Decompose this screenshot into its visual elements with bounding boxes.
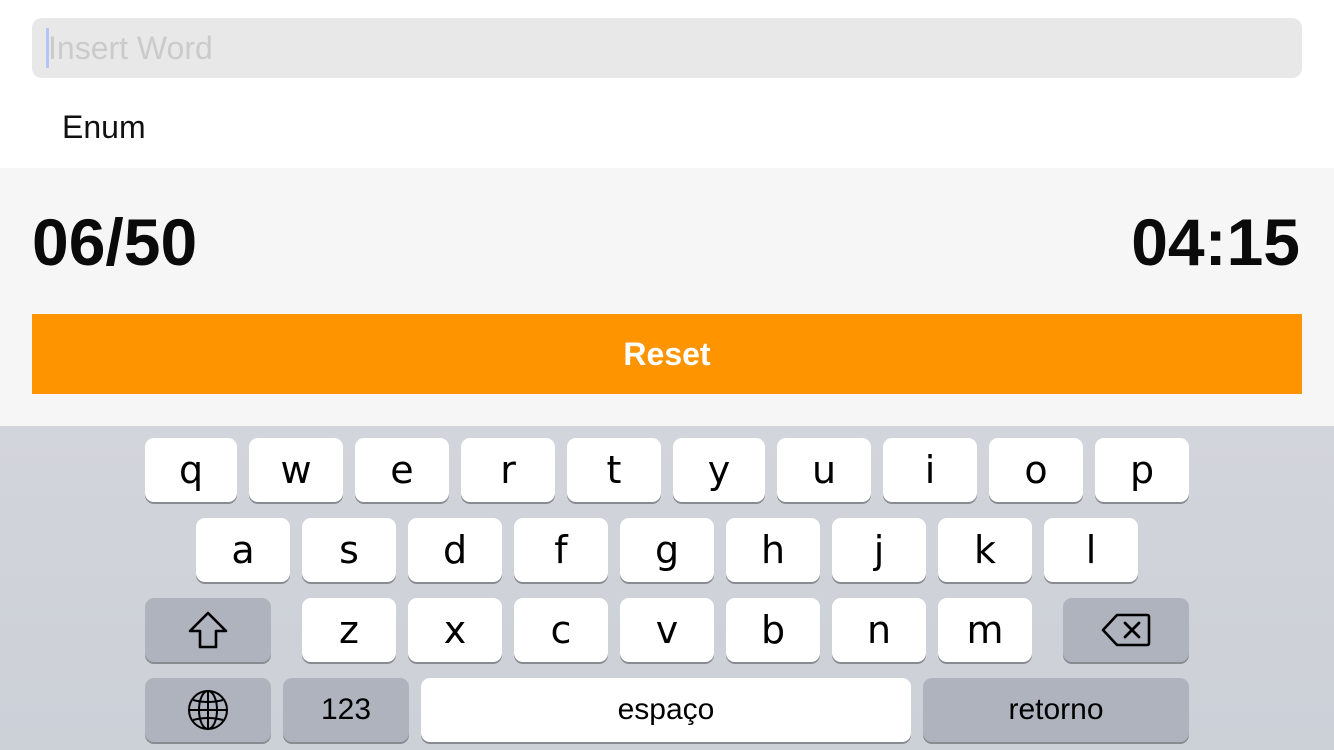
key-m[interactable]: m <box>938 598 1032 662</box>
key-o[interactable]: o <box>989 438 1083 502</box>
key-b[interactable]: b <box>726 598 820 662</box>
word-input[interactable] <box>32 18 1302 78</box>
globe-icon <box>188 690 228 730</box>
key-t[interactable]: t <box>567 438 661 502</box>
key-k[interactable]: k <box>938 518 1032 582</box>
key-q[interactable]: q <box>145 438 237 502</box>
backspace-icon <box>1101 613 1151 647</box>
key-g[interactable]: g <box>620 518 714 582</box>
globe-key[interactable] <box>145 678 271 742</box>
countdown-timer: 04:15 <box>1131 205 1300 279</box>
key-z[interactable]: z <box>302 598 396 662</box>
key-x[interactable]: x <box>408 598 502 662</box>
backspace-key[interactable] <box>1063 598 1189 662</box>
key-s[interactable]: s <box>302 518 396 582</box>
key-d[interactable]: d <box>408 518 502 582</box>
key-u[interactable]: u <box>777 438 871 502</box>
word-counter: 06/50 <box>32 205 198 279</box>
space-key[interactable]: espaço <box>421 678 911 742</box>
key-r[interactable]: r <box>461 438 555 502</box>
word-input-container[interactable] <box>32 18 1302 78</box>
word-entry-area: Enum <box>0 0 1334 168</box>
reset-button[interactable]: Reset <box>32 314 1302 394</box>
list-item[interactable]: Enum <box>62 109 146 146</box>
key-n[interactable]: n <box>832 598 926 662</box>
shift-key[interactable] <box>145 598 271 662</box>
key-e[interactable]: e <box>355 438 449 502</box>
key-h[interactable]: h <box>726 518 820 582</box>
key-c[interactable]: c <box>514 598 608 662</box>
key-j[interactable]: j <box>832 518 926 582</box>
on-screen-keyboard: q w e r t y u i o p a s d f g h j k l z … <box>0 426 1334 750</box>
shift-arrow-icon <box>188 611 228 649</box>
key-l[interactable]: l <box>1044 518 1138 582</box>
key-y[interactable]: y <box>673 438 765 502</box>
key-a[interactable]: a <box>196 518 290 582</box>
key-f[interactable]: f <box>514 518 608 582</box>
numbers-key[interactable]: 123 <box>283 678 409 742</box>
key-p[interactable]: p <box>1095 438 1189 502</box>
key-w[interactable]: w <box>249 438 343 502</box>
return-key[interactable]: retorno <box>923 678 1189 742</box>
key-i[interactable]: i <box>883 438 977 502</box>
key-v[interactable]: v <box>620 598 714 662</box>
